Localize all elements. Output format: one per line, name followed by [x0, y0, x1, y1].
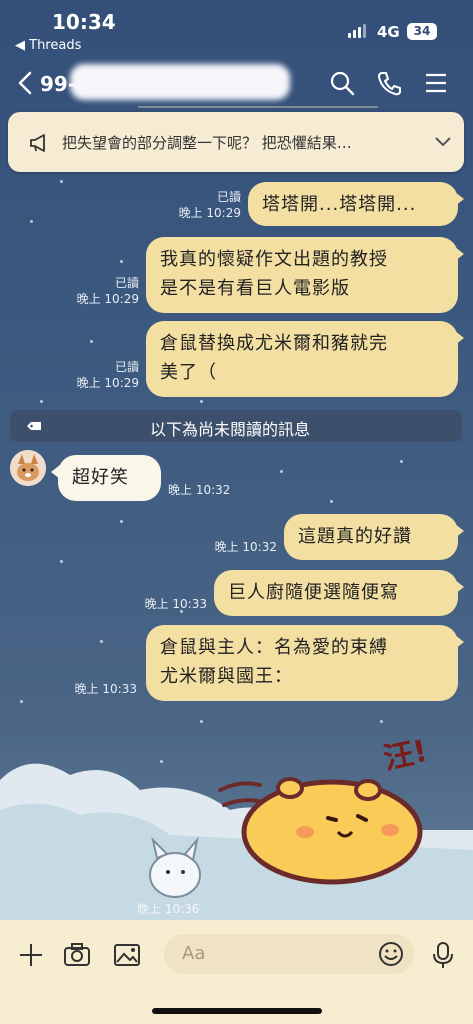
message-bubble[interactable]: 我真的懷疑作文出題的教授 是不是有看巨人電影版 — [146, 237, 464, 313]
star — [280, 470, 283, 473]
megaphone-icon — [30, 134, 45, 152]
microphone-icon[interactable] — [428, 940, 458, 970]
announcement-banner[interactable]: 把失望會的部分調整一下呢？ 把恐懼結果… — [8, 106, 464, 172]
star — [60, 560, 63, 563]
message-time: 晚上 10:32 — [168, 483, 231, 497]
network-label: 4G — [377, 23, 400, 41]
plus-icon[interactable] — [16, 940, 46, 970]
back-to-app-link[interactable]: ◀ Threads — [15, 38, 81, 53]
status-bar: 10:34 ◀ Threads 4G 34 — [0, 0, 473, 58]
image-icon[interactable] — [112, 940, 142, 970]
message-bubble[interactable]: 這題真的好讚 — [284, 514, 464, 560]
message-time: 晚上 10:33 — [74, 682, 137, 696]
signal-icon — [348, 24, 366, 38]
cat-sticker — [149, 836, 201, 898]
star — [200, 400, 203, 403]
menu-icon[interactable] — [423, 70, 449, 96]
read-receipt: 已讀 晚上 10:29 — [178, 190, 241, 220]
battery-icon: 34 — [407, 23, 437, 40]
message-bubble[interactable]: 塔塔開...塔塔開... — [248, 182, 464, 226]
star — [60, 180, 63, 183]
star — [330, 500, 333, 503]
star — [40, 400, 43, 403]
star — [90, 340, 93, 343]
tag-icon — [27, 422, 41, 430]
chat-header: 99- — [0, 58, 473, 110]
read-receipt: 已讀 晚上 10:29 — [76, 276, 139, 306]
read-receipt: 已讀 晚上 10:29 — [76, 360, 139, 390]
message-input[interactable]: Aa — [164, 934, 414, 974]
unread-divider: 以下為尚未閱讀的訊息 — [10, 410, 462, 442]
announcement-text: 把失望會的部分調整一下呢？ 把恐懼結果… — [62, 134, 352, 152]
status-time: 10:34 — [52, 10, 116, 34]
emoji-icon[interactable] — [378, 941, 404, 967]
home-indicator — [152, 1008, 322, 1014]
star — [120, 520, 123, 523]
unread-divider-label: 以下為尚未閱讀的訊息 — [150, 420, 311, 439]
star — [200, 720, 203, 723]
message-time: 晚上 10:32 — [214, 540, 277, 554]
message-bubble[interactable]: 倉鼠與主人：名為愛的束縛 尤米爾與國王： — [146, 625, 464, 701]
star — [30, 220, 33, 223]
redacted-name — [70, 64, 290, 100]
star — [120, 260, 123, 263]
search-icon[interactable] — [329, 70, 355, 96]
message-bubble[interactable]: 倉鼠替換成尤米爾和豬就完 美了（ — [146, 321, 464, 397]
dog-avatar-icon — [10, 450, 46, 486]
star — [380, 720, 383, 723]
avatar[interactable] — [10, 450, 46, 486]
sticker-text: 汪! — [380, 733, 431, 778]
star — [20, 700, 23, 703]
back-chevron-icon[interactable] — [14, 70, 38, 96]
star — [400, 460, 403, 463]
camera-icon[interactable] — [62, 940, 92, 970]
announcement-peek — [138, 106, 378, 116]
star — [100, 640, 103, 643]
message-time: 晚上 10:33 — [144, 597, 207, 611]
message-bubble-incoming[interactable]: 超好笑 — [51, 455, 161, 501]
message-bubble[interactable]: 巨人廚隨便選隨便寫 — [214, 570, 464, 616]
message-time: 晚上 10:36 — [137, 902, 200, 916]
hamster-sticker[interactable] — [210, 760, 440, 895]
phone-icon[interactable] — [376, 70, 402, 96]
message-input-placeholder: Aa — [182, 943, 206, 964]
chevron-down-icon[interactable] — [434, 135, 452, 149]
